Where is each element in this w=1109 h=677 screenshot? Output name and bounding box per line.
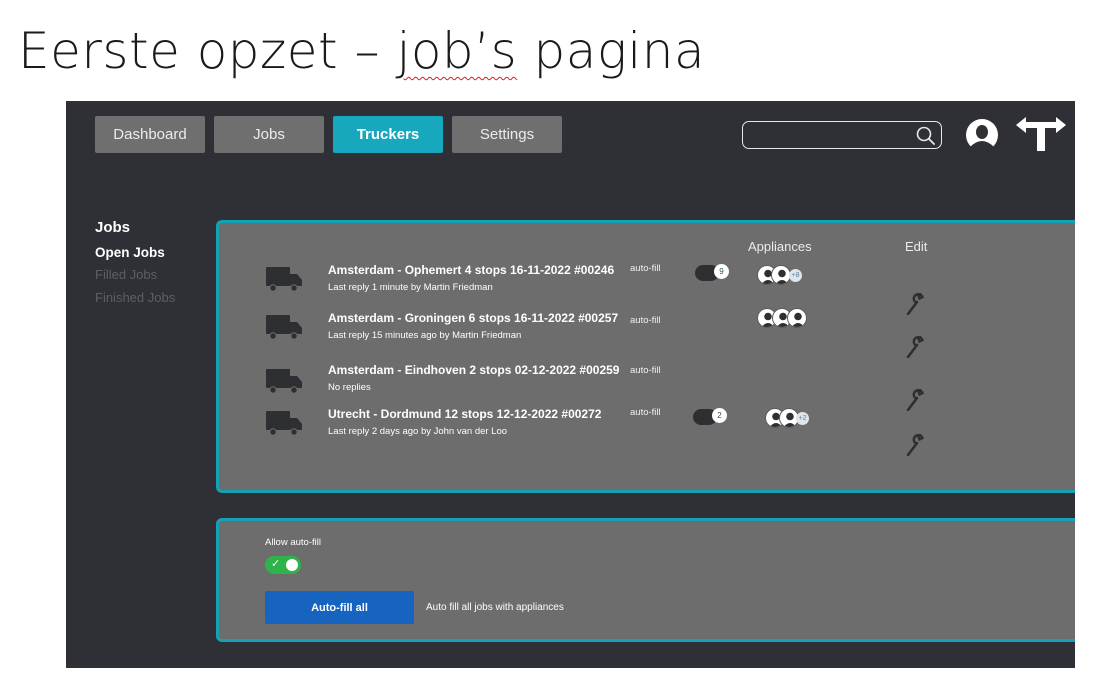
sidebar-item-filled-jobs[interactable]: Filled Jobs — [95, 267, 157, 282]
job-row[interactable]: Utrecht - Dordmund 12 stops 12-12-2022 #… — [219, 407, 1075, 451]
sidebar-item-open-jobs[interactable]: Open Jobs — [95, 245, 165, 260]
autofill-panel: Allow auto-fill ✓ Auto-fill all Auto fil… — [216, 518, 1075, 642]
auto-fill-tag[interactable]: auto-fill — [630, 315, 661, 326]
truck-icon — [266, 411, 302, 436]
truck-icon — [266, 315, 302, 340]
auto-fill-tag[interactable]: auto-fill — [630, 407, 661, 418]
wrench-icon[interactable] — [905, 389, 925, 411]
app-window: Dashboard Jobs Truckers Settings Jobs Op… — [66, 101, 1075, 668]
job-last-reply: Last reply 2 days ago by John van der Lo… — [328, 426, 508, 437]
sidebar-item-finished-jobs[interactable]: Finished Jobs — [95, 290, 175, 305]
avatar-icon — [771, 265, 791, 285]
truck-icon — [266, 267, 302, 292]
auto-fill-tag[interactable]: auto-fill — [630, 365, 661, 376]
job-last-reply: No replies — [328, 382, 371, 393]
appliances-column-header: Appliances — [748, 239, 812, 254]
job-row[interactable]: Amsterdam - Ophemert 4 stops 16-11-2022 … — [219, 263, 1075, 307]
check-icon: ✓ — [271, 557, 281, 570]
slide-title-misspelled-word: job’s — [396, 22, 518, 80]
more-appliances-badge: +2 — [796, 412, 809, 425]
autofill-description: Auto fill all jobs with appliances — [426, 602, 564, 613]
tab-jobs[interactable]: Jobs — [214, 116, 324, 153]
job-title[interactable]: Amsterdam - Ophemert 4 stops 16-11-2022 … — [328, 263, 614, 277]
job-last-reply: Last reply 1 minute by Martin Friedman — [328, 282, 493, 293]
more-appliances-badge: +8 — [789, 269, 802, 282]
job-title[interactable]: Amsterdam - Eindhoven 2 stops 02-12-2022… — [328, 363, 619, 377]
auto-fill-tag[interactable]: auto-fill — [630, 263, 661, 274]
jobs-panel: Appliances Edit Amsterdam - Ophemert 4 s… — [216, 220, 1075, 493]
avatar-icon — [787, 308, 807, 328]
truck-icon — [266, 369, 302, 394]
job-row[interactable]: Amsterdam - Groningen 6 stops 16-11-2022… — [219, 308, 1075, 355]
job-title[interactable]: Utrecht - Dordmund 12 stops 12-12-2022 #… — [328, 407, 601, 421]
wrench-icon[interactable] — [905, 336, 925, 358]
reply-count-badge: 2 — [712, 408, 727, 423]
job-title[interactable]: Amsterdam - Groningen 6 stops 16-11-2022… — [328, 311, 618, 325]
job-row[interactable]: Amsterdam - Eindhoven 2 stops 02-12-2022… — [219, 363, 1075, 407]
slide-title-prefix: Eerste opzet – — [18, 22, 397, 80]
toggle-knob — [286, 559, 298, 571]
sidebar-heading: Jobs — [95, 219, 131, 236]
tab-dashboard[interactable]: Dashboard — [95, 116, 205, 153]
slide-title-suffix: pagina — [517, 22, 706, 80]
tab-truckers[interactable]: Truckers — [333, 116, 443, 153]
search-input[interactable] — [742, 121, 942, 149]
search-icon[interactable] — [915, 125, 937, 147]
job-last-reply: Last reply 15 minutes ago by Martin Frie… — [328, 330, 522, 341]
allow-autofill-toggle[interactable]: ✓ — [265, 556, 301, 574]
tab-settings[interactable]: Settings — [452, 116, 562, 153]
allow-autofill-label: Allow auto-fill — [265, 537, 321, 548]
wrench-icon[interactable] — [905, 434, 925, 456]
profile-icon[interactable] — [964, 117, 1000, 153]
slide-title: Eerste opzet – job’s pagina — [18, 22, 705, 80]
wrench-icon[interactable] — [905, 293, 925, 315]
reply-count-badge: 9 — [714, 264, 729, 279]
edit-column-header: Edit — [905, 239, 928, 254]
autofill-all-button[interactable]: Auto-fill all — [265, 591, 414, 624]
signpost-icon[interactable] — [1014, 113, 1068, 153]
